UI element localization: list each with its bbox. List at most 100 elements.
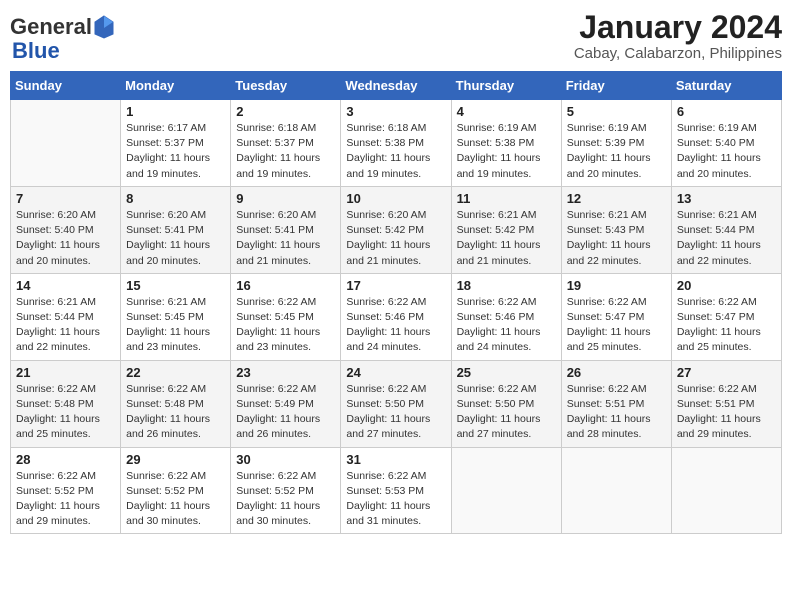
day-detail: Sunrise: 6:20 AM Sunset: 5:42 PM Dayligh…	[346, 208, 445, 269]
page-subtitle: Cabay, Calabarzon, Philippines	[574, 45, 782, 62]
calendar-cell: 9 Sunrise: 6:20 AM Sunset: 5:41 PM Daylig…	[231, 186, 341, 273]
calendar-header-row: SundayMondayTuesdayWednesdayThursdayFrid…	[11, 72, 782, 100]
calendar-body: 1Sunrise: 6:17 AM Sunset: 5:37 PM Daylig…	[11, 100, 782, 534]
calendar-cell: 18 Sunrise: 6:22 AM Sunset: 5:46 PM Dayli…	[451, 273, 561, 360]
logo: General Blue	[10, 14, 116, 63]
calendar-cell: 13Sunrise: 6:21 AM Sunset: 5:44 PM Dayli…	[671, 186, 781, 273]
day-number: 23	[236, 365, 335, 380]
day-number: 4	[457, 104, 556, 119]
calendar-cell: 28Sunrise: 6:22 AM Sunset: 5:52 PM Dayli…	[11, 447, 121, 534]
day-detail: Sunrise: 6:22 AM Sunset: 5:46 PM Dayligh…	[346, 295, 445, 356]
day-detail: Sunrise: 6:20 AM Sunset: 5:40 PM Dayligh…	[16, 208, 115, 269]
day-detail: Sunrise: 6:22 AM Sunset: 5:46 PM Dayligh…	[457, 295, 556, 356]
day-detail: Sunrise: 6:22 AM Sunset: 5:47 PM Dayligh…	[677, 295, 776, 356]
logo-icon	[93, 14, 115, 40]
calendar-week-2: 14Sunrise: 6:21 AM Sunset: 5:44 PM Dayli…	[11, 273, 782, 360]
col-header-sunday: Sunday	[11, 72, 121, 100]
calendar-cell: 30Sunrise: 6:22 AM Sunset: 5:52 PM Dayli…	[231, 447, 341, 534]
day-detail: Sunrise: 6:20 AM Sunset: 5:41 PM Dayligh…	[236, 208, 335, 269]
day-detail: Sunrise: 6:21 AM Sunset: 5:44 PM Dayligh…	[16, 295, 115, 356]
day-detail: Sunrise: 6:19 AM Sunset: 5:39 PM Dayligh…	[567, 121, 666, 182]
calendar-cell: 20 Sunrise: 6:22 AM Sunset: 5:47 PM Dayli…	[671, 273, 781, 360]
day-detail: Sunrise: 6:22 AM Sunset: 5:49 PM Dayligh…	[236, 382, 335, 443]
col-header-wednesday: Wednesday	[341, 72, 451, 100]
calendar-cell: 16 Sunrise: 6:22 AM Sunset: 5:45 PM Dayli…	[231, 273, 341, 360]
day-detail: Sunrise: 6:22 AM Sunset: 5:52 PM Dayligh…	[126, 469, 225, 530]
calendar-week-0: 1Sunrise: 6:17 AM Sunset: 5:37 PM Daylig…	[11, 100, 782, 187]
day-detail: Sunrise: 6:18 AM Sunset: 5:37 PM Dayligh…	[236, 121, 335, 182]
page-header: General Blue January 2024 Cabay, Calabar…	[10, 10, 782, 63]
col-header-thursday: Thursday	[451, 72, 561, 100]
day-number: 12	[567, 191, 666, 206]
calendar-cell: 7Sunrise: 6:20 AM Sunset: 5:40 PM Daylig…	[11, 186, 121, 273]
day-detail: Sunrise: 6:22 AM Sunset: 5:50 PM Dayligh…	[457, 382, 556, 443]
day-number: 26	[567, 365, 666, 380]
day-detail: Sunrise: 6:22 AM Sunset: 5:47 PM Dayligh…	[567, 295, 666, 356]
calendar-cell: 2Sunrise: 6:18 AM Sunset: 5:37 PM Daylig…	[231, 100, 341, 187]
day-number: 29	[126, 452, 225, 467]
day-number: 27	[677, 365, 776, 380]
calendar-cell: 21Sunrise: 6:22 AM Sunset: 5:48 PM Dayli…	[11, 360, 121, 447]
col-header-saturday: Saturday	[671, 72, 781, 100]
day-number: 11	[457, 191, 556, 206]
col-header-tuesday: Tuesday	[231, 72, 341, 100]
day-number: 20	[677, 278, 776, 293]
day-detail: Sunrise: 6:18 AM Sunset: 5:38 PM Dayligh…	[346, 121, 445, 182]
calendar-cell: 1Sunrise: 6:17 AM Sunset: 5:37 PM Daylig…	[121, 100, 231, 187]
day-number: 15	[126, 278, 225, 293]
day-number: 13	[677, 191, 776, 206]
day-number: 10	[346, 191, 445, 206]
day-number: 21	[16, 365, 115, 380]
calendar-cell: 6Sunrise: 6:19 AM Sunset: 5:40 PM Daylig…	[671, 100, 781, 187]
day-number: 16	[236, 278, 335, 293]
day-number: 22	[126, 365, 225, 380]
calendar-cell	[11, 100, 121, 187]
day-detail: Sunrise: 6:22 AM Sunset: 5:53 PM Dayligh…	[346, 469, 445, 530]
calendar-cell: 25 Sunrise: 6:22 AM Sunset: 5:50 PM Dayli…	[451, 360, 561, 447]
calendar-cell	[561, 447, 671, 534]
day-number: 28	[16, 452, 115, 467]
page-title: January 2024	[574, 10, 782, 45]
col-header-friday: Friday	[561, 72, 671, 100]
calendar-cell: 27Sunrise: 6:22 AM Sunset: 5:51 PM Dayli…	[671, 360, 781, 447]
day-number: 31	[346, 452, 445, 467]
logo-blue: Blue	[12, 38, 60, 63]
calendar-cell: 5 Sunrise: 6:19 AM Sunset: 5:39 PM Daylig…	[561, 100, 671, 187]
day-detail: Sunrise: 6:22 AM Sunset: 5:52 PM Dayligh…	[236, 469, 335, 530]
day-number: 9	[236, 191, 335, 206]
day-number: 18	[457, 278, 556, 293]
day-detail: Sunrise: 6:20 AM Sunset: 5:41 PM Dayligh…	[126, 208, 225, 269]
day-number: 8	[126, 191, 225, 206]
day-detail: Sunrise: 6:21 AM Sunset: 5:45 PM Dayligh…	[126, 295, 225, 356]
calendar-cell: 22 Sunrise: 6:22 AM Sunset: 5:48 PM Dayli…	[121, 360, 231, 447]
calendar-week-4: 28 Sunrise: 6:22 AM Sunset: 5:52 PM Dayli…	[11, 447, 782, 534]
calendar-cell: 31 Sunrise: 6:22 AM Sunset: 5:53 PM Dayli…	[341, 447, 451, 534]
calendar-week-1: 7Sunrise: 6:20 AM Sunset: 5:40 PM Daylig…	[11, 186, 782, 273]
calendar-cell: 11Sunrise: 6:21 AM Sunset: 5:42 PM Dayli…	[451, 186, 561, 273]
calendar-cell: 15 Sunrise: 6:21 AM Sunset: 5:45 PM Dayli…	[121, 273, 231, 360]
day-number: 24	[346, 365, 445, 380]
col-header-monday: Monday	[121, 72, 231, 100]
title-block: January 2024 Cabay, Calabarzon, Philippi…	[574, 10, 782, 62]
calendar-cell: 3 Sunrise: 6:18 AM Sunset: 5:38 PM Daylig…	[341, 100, 451, 187]
logo-general: General	[10, 16, 92, 38]
day-detail: Sunrise: 6:17 AM Sunset: 5:37 PM Dayligh…	[126, 121, 225, 182]
calendar-table: SundayMondayTuesdayWednesdayThursdayFrid…	[10, 71, 782, 534]
day-number: 25	[457, 365, 556, 380]
calendar-cell: 23 Sunrise: 6:22 AM Sunset: 5:49 PM Dayli…	[231, 360, 341, 447]
day-detail: Sunrise: 6:19 AM Sunset: 5:40 PM Dayligh…	[677, 121, 776, 182]
day-detail: Sunrise: 6:22 AM Sunset: 5:45 PM Dayligh…	[236, 295, 335, 356]
day-detail: Sunrise: 6:22 AM Sunset: 5:50 PM Dayligh…	[346, 382, 445, 443]
day-number: 19	[567, 278, 666, 293]
day-number: 5	[567, 104, 666, 119]
calendar-week-3: 21 Sunrise: 6:22 AM Sunset: 5:48 PM Dayli…	[11, 360, 782, 447]
day-detail: Sunrise: 6:21 AM Sunset: 5:43 PM Dayligh…	[567, 208, 666, 269]
calendar-cell	[451, 447, 561, 534]
calendar-cell: 26Sunrise: 6:22 AM Sunset: 5:51 PM Dayli…	[561, 360, 671, 447]
calendar-cell: 14Sunrise: 6:21 AM Sunset: 5:44 PM Dayli…	[11, 273, 121, 360]
calendar-cell: 24 Sunrise: 6:22 AM Sunset: 5:50 PM Dayli…	[341, 360, 451, 447]
calendar-cell: 19 Sunrise: 6:22 AM Sunset: 5:47 PM Dayli…	[561, 273, 671, 360]
day-number: 3	[346, 104, 445, 119]
day-detail: Sunrise: 6:22 AM Sunset: 5:48 PM Dayligh…	[126, 382, 225, 443]
day-number: 17	[346, 278, 445, 293]
